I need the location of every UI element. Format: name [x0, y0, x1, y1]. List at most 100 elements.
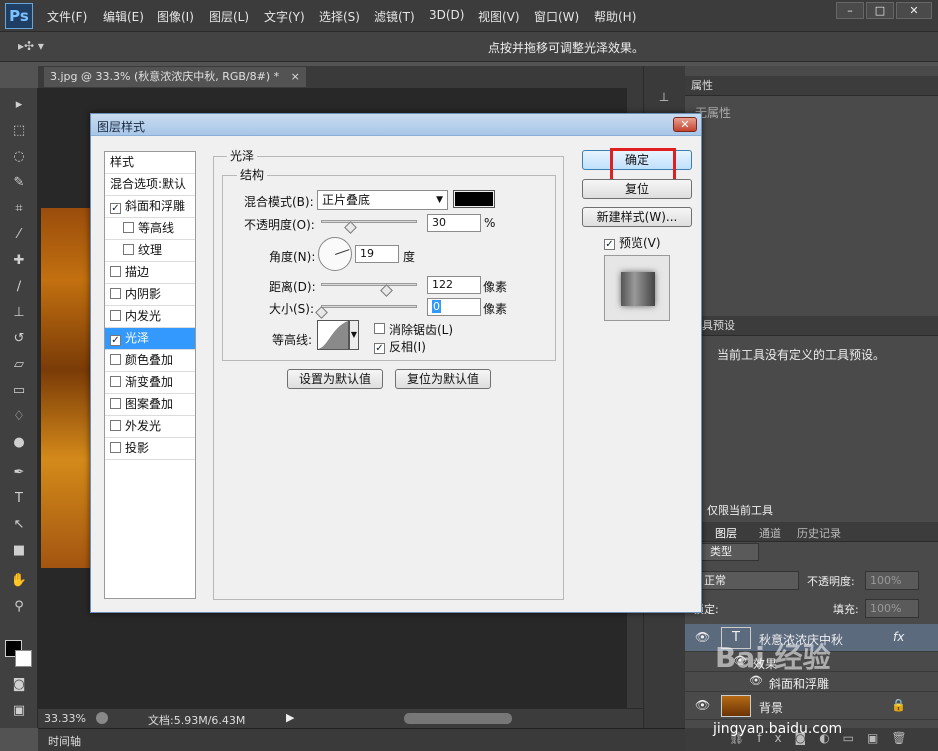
- contour-preview[interactable]: [317, 320, 349, 350]
- style-item-checkbox[interactable]: [110, 266, 121, 277]
- style-item-checkbox[interactable]: [110, 420, 121, 431]
- move-tool-icon[interactable]: ▸: [9, 96, 29, 114]
- reset-default-button[interactable]: 复位为默认值: [395, 369, 491, 389]
- menu-filter[interactable]: 滤镜(T): [374, 8, 415, 25]
- menu-image[interactable]: 图像(I): [157, 8, 194, 25]
- blend-mode-select[interactable]: 正片叠底 ▼: [317, 190, 448, 210]
- style-item[interactable]: ✓ 斜面和浮雕: [105, 196, 195, 218]
- style-item-checkbox[interactable]: [123, 244, 134, 255]
- tab-history[interactable]: 历史记录: [797, 525, 841, 541]
- maximize-button[interactable]: □: [866, 2, 894, 19]
- satin-color-swatch[interactable]: [453, 190, 495, 208]
- timeline-tab[interactable]: 时间轴: [48, 733, 81, 749]
- zoom-level[interactable]: 33.33%: [44, 712, 86, 725]
- style-item[interactable]: 内阴影: [105, 284, 195, 306]
- status-info-icon[interactable]: [96, 712, 108, 724]
- style-item[interactable]: 投影: [105, 438, 195, 460]
- brush-tool-icon[interactable]: ∕: [9, 278, 29, 296]
- new-style-button[interactable]: 新建样式(W)...: [582, 207, 692, 227]
- marquee-tool-icon[interactable]: ⬚: [9, 122, 29, 140]
- style-item-checkbox[interactable]: [110, 310, 121, 321]
- distance-slider[interactable]: [321, 283, 417, 286]
- history-dock-icon[interactable]: ⊥: [654, 90, 674, 108]
- tab-channels[interactable]: 通道: [759, 525, 781, 541]
- style-item[interactable]: 纹理: [105, 240, 195, 262]
- status-menu-arrow-icon[interactable]: ▶: [286, 711, 294, 724]
- layer-filter-select[interactable]: 类型: [693, 543, 759, 561]
- path-select-icon[interactable]: ↖: [9, 516, 29, 534]
- canvas-image[interactable]: [41, 208, 93, 568]
- angle-input[interactable]: 19: [355, 245, 399, 263]
- eyedropper-icon[interactable]: ⁄: [9, 226, 29, 244]
- menu-help[interactable]: 帮助(H): [594, 8, 636, 25]
- opacity-slider[interactable]: [321, 220, 417, 223]
- size-input[interactable]: 0: [427, 298, 481, 316]
- style-item[interactable]: 颜色叠加: [105, 350, 195, 372]
- healing-brush-icon[interactable]: ✚: [9, 252, 29, 270]
- dialog-close-button[interactable]: ✕: [673, 117, 697, 132]
- gradient-icon[interactable]: ▭: [9, 382, 29, 400]
- layer-blend-select[interactable]: 正常: [699, 571, 799, 590]
- style-item[interactable]: 等高线: [105, 218, 195, 240]
- menu-layer[interactable]: 图层(L): [209, 8, 249, 25]
- invert-checkbox[interactable]: ✓: [374, 339, 389, 354]
- menu-edit[interactable]: 编辑(E): [103, 8, 144, 25]
- layer-opacity-field[interactable]: 100%: [865, 571, 919, 590]
- contour-dropdown-icon[interactable]: ▼: [349, 320, 359, 350]
- menu-file[interactable]: 文件(F): [47, 8, 87, 25]
- horizontal-scroll-thumb[interactable]: [404, 713, 512, 724]
- antialias-checkbox[interactable]: [374, 322, 389, 336]
- menu-3d[interactable]: 3D(D): [429, 8, 464, 22]
- reset-button[interactable]: 复位: [582, 179, 692, 199]
- menu-select[interactable]: 选择(S): [319, 8, 360, 25]
- dodge-tool-icon[interactable]: ●: [9, 434, 29, 452]
- close-tab-icon[interactable]: ×: [291, 70, 300, 83]
- hand-tool-icon[interactable]: ✋: [9, 572, 29, 590]
- angle-dial[interactable]: [318, 237, 352, 271]
- close-window-button[interactable]: ✕: [896, 2, 932, 19]
- pen-tool-icon[interactable]: ✒: [9, 464, 29, 482]
- opacity-input[interactable]: 30: [427, 214, 481, 232]
- style-item-checkbox[interactable]: [123, 222, 134, 233]
- style-item[interactable]: 图案叠加: [105, 394, 195, 416]
- style-item-checkbox[interactable]: [110, 442, 121, 453]
- background-color-swatch[interactable]: [15, 650, 32, 667]
- style-item[interactable]: 渐变叠加: [105, 372, 195, 394]
- style-item-checkbox[interactable]: [110, 376, 121, 387]
- dialog-titlebar[interactable]: 图层样式 ✕: [91, 114, 701, 136]
- history-brush-icon[interactable]: ↺: [9, 330, 29, 348]
- style-item[interactable]: 描边: [105, 262, 195, 284]
- style-item-checkbox[interactable]: [110, 398, 121, 409]
- style-item[interactable]: 内发光: [105, 306, 195, 328]
- document-tab[interactable]: 3.jpg @ 33.3% (秋意浓浓庆中秋, RGB/8#) * ×: [44, 67, 306, 87]
- layer-fill-field[interactable]: 100%: [865, 599, 919, 618]
- style-item-checkbox[interactable]: [110, 288, 121, 299]
- quick-mask-icon[interactable]: ◙: [9, 676, 29, 694]
- zoom-tool-icon[interactable]: ⚲: [9, 598, 29, 616]
- move-tool-icon[interactable]: ▸✣ ▾: [18, 39, 44, 53]
- type-tool-icon[interactable]: T: [9, 490, 29, 508]
- blend-options-item[interactable]: 混合选项:默认: [105, 174, 195, 196]
- eraser-icon[interactable]: ▱: [9, 356, 29, 374]
- crop-tool-icon[interactable]: ⌗: [9, 200, 29, 218]
- screen-mode-icon[interactable]: ▣: [9, 702, 29, 720]
- size-slider[interactable]: [321, 305, 417, 308]
- tool-presets-tab[interactable]: 工具预设: [685, 316, 938, 336]
- style-item-checkbox[interactable]: ✓: [110, 203, 121, 214]
- blur-tool-icon[interactable]: ♢: [9, 408, 29, 426]
- properties-tab[interactable]: 属性: [685, 76, 938, 96]
- style-item[interactable]: ✓ 光泽: [105, 328, 195, 350]
- style-item-checkbox[interactable]: [110, 354, 121, 365]
- menu-type[interactable]: 文字(Y): [264, 8, 305, 25]
- style-item[interactable]: 外发光: [105, 416, 195, 438]
- shape-tool-icon[interactable]: ■: [9, 542, 29, 560]
- visibility-eye-icon[interactable]: 👁: [695, 630, 710, 644]
- clone-stamp-icon[interactable]: ⊥: [9, 304, 29, 322]
- menu-view[interactable]: 视图(V): [478, 8, 520, 25]
- preview-checkbox[interactable]: ✓: [604, 235, 619, 250]
- menu-window[interactable]: 窗口(W): [534, 8, 579, 25]
- visibility-eye-icon[interactable]: 👁: [695, 698, 710, 712]
- style-item-checkbox[interactable]: ✓: [110, 335, 121, 346]
- quick-select-icon[interactable]: ✎: [9, 174, 29, 192]
- lasso-tool-icon[interactable]: ◌: [9, 148, 29, 166]
